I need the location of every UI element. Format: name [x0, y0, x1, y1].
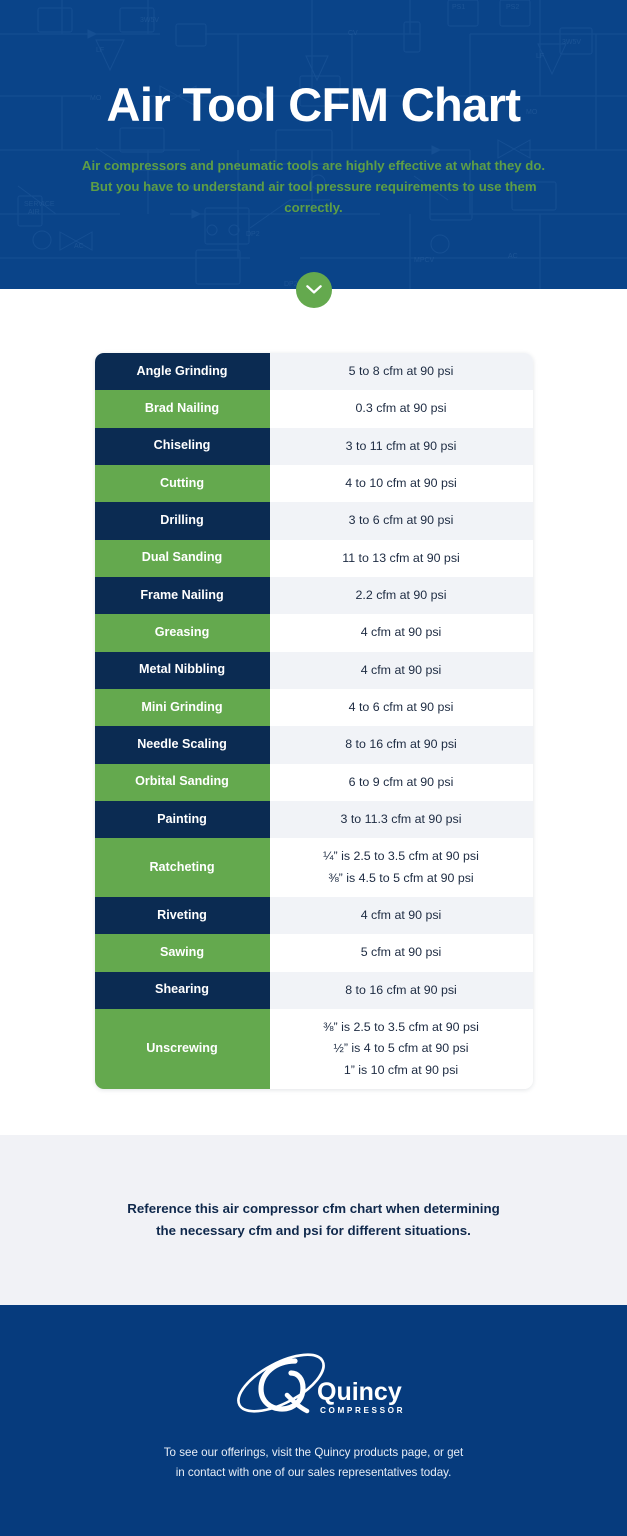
table-row: Riveting 4 cfm at 90 psi [94, 896, 533, 935]
table-row: Chiseling 3 to 11 cfm at 90 psi [94, 427, 533, 465]
table-row: Cutting 4 to 10 cfm at 90 psi [94, 464, 533, 503]
cfm-value-line: ⅜” is 4.5 to 5 cfm at 90 psi [328, 870, 474, 885]
cfm-value-cell: 2.2 cfm at 90 psi [269, 576, 533, 615]
cfm-value-cell: ⅜” is 2.5 to 3.5 cfm at 90 psi ½” is 4 to… [269, 1008, 533, 1089]
cfm-value-cell: 0.3 cfm at 90 psi [269, 390, 533, 428]
tool-name-cell: Chiseling [94, 427, 270, 465]
logo-subtitle: COMPRESSOR [320, 1406, 405, 1415]
cfm-value-cell: 5 cfm at 90 psi [269, 934, 533, 972]
cfm-value-line: 4 to 6 cfm at 90 psi [348, 699, 454, 714]
chevron-down-icon [305, 285, 322, 295]
tool-name-cell: Sawing [94, 934, 270, 972]
table-row: Angle Grinding 5 to 8 cfm at 90 psi [94, 353, 533, 391]
tool-name-cell: Angle Grinding [94, 353, 270, 391]
table-row: Brad Nailing 0.3 cfm at 90 psi [94, 390, 533, 428]
tool-name-cell: Unscrewing [94, 1008, 270, 1089]
cfm-value-cell: 4 to 6 cfm at 90 psi [269, 688, 533, 727]
cfm-value-line: 2.2 cfm at 90 psi [355, 587, 447, 602]
hero-subtitle: Air compressors and pneumatic tools are … [81, 158, 546, 216]
cfm-value-cell: 11 to 13 cfm at 90 psi [269, 539, 533, 577]
cfm-value-line: 4 cfm at 90 psi [360, 625, 442, 640]
hero-section: 3W5V LF MO CV PS1 PS2 3W5V LF MO MO PR A… [0, 0, 627, 289]
cfm-value-cell: 8 to 16 cfm at 90 psi [269, 971, 533, 1009]
cfm-value-line: 11 to 13 cfm at 90 psi [342, 550, 460, 565]
tool-name-cell: Dual Sanding [94, 539, 270, 577]
cfm-value-cell: 8 to 16 cfm at 90 psi [269, 726, 533, 764]
footer-text-line: To see our offerings, visit the Quincy p… [163, 1445, 464, 1459]
table-row: Mini Grinding 4 to 6 cfm at 90 psi [94, 688, 533, 727]
cfm-value-line: 5 to 8 cfm at 90 psi [348, 364, 454, 378]
cfm-value-line: ¼” is 2.5 to 3.5 cfm at 90 psi [323, 849, 479, 864]
tool-name-cell: Greasing [94, 614, 270, 652]
reference-section: Reference this air compressor cfm chart … [0, 1134, 627, 1305]
cfm-value-line: 3 to 11.3 cfm at 90 psi [340, 811, 462, 826]
tool-name-cell: Cutting [94, 464, 270, 503]
table-row: Shearing 8 to 16 cfm at 90 psi [94, 971, 533, 1009]
infographic-page: 3W5V LF MO CV PS1 PS2 3W5V LF MO MO PR A… [0, 0, 627, 1536]
cfm-value-line: 5 cfm at 90 psi [360, 945, 442, 960]
quincy-compressor-logo[interactable]: Quincy COMPRESSOR [221, 1347, 407, 1421]
tool-name-cell: Metal Nibbling [94, 651, 270, 689]
cfm-value-line: 4 cfm at 90 psi [360, 907, 442, 922]
scroll-down-button[interactable] [295, 272, 332, 308]
tool-name-cell: Ratcheting [94, 838, 270, 897]
cfm-table-section: Angle Grinding 5 to 8 cfm at 90 psi Brad N… [0, 289, 627, 1135]
cfm-value-line: 4 cfm at 90 psi [360, 662, 442, 677]
table-row: Drilling 3 to 6 cfm at 90 psi [94, 502, 533, 540]
cfm-value-cell: 4 cfm at 90 psi [269, 896, 533, 935]
tool-name-cell: Painting [94, 800, 270, 839]
table-row: Frame Nailing 2.2 cfm at 90 psi [94, 576, 533, 615]
cfm-value-cell: 4 to 10 cfm at 90 psi [269, 464, 533, 503]
cfm-value-cell: 3 to 11 cfm at 90 psi [269, 427, 533, 465]
table-row: Needle Scaling 8 to 16 cfm at 90 psi [94, 726, 533, 764]
cfm-value-cell: 4 cfm at 90 psi [269, 651, 533, 689]
cfm-value-line: 0.3 cfm at 90 psi [355, 401, 447, 416]
footer-contact-text: To see our offerings, visit the Quincy p… [114, 1443, 514, 1484]
reference-text: Reference this air compressor cfm chart … [104, 1198, 524, 1241]
logo-wordmark: Quincy [317, 1378, 402, 1406]
cfm-value-line: 3 to 11 cfm at 90 psi [345, 438, 457, 453]
cfm-value-line: 6 to 9 cfm at 90 psi [348, 774, 454, 789]
tool-name-cell: Mini Grinding [94, 688, 270, 727]
cfm-value-line: 8 to 16 cfm at 90 psi [345, 982, 457, 997]
cfm-value-line: 1” is 10 cfm at 90 psi [343, 1062, 459, 1077]
cfm-value-cell: 4 cfm at 90 psi [269, 614, 533, 652]
footer-text-line: in contact with one of our sales represe… [175, 1466, 452, 1480]
reference-text-line: the necessary cfm and psi for different … [156, 1222, 471, 1238]
cfm-value-line: ⅜” is 2.5 to 3.5 cfm at 90 psi [323, 1019, 479, 1034]
cfm-value-cell: 5 to 8 cfm at 90 psi [269, 353, 533, 391]
table-row: Metal Nibbling 4 cfm at 90 psi [94, 651, 533, 689]
footer-section: Quincy COMPRESSOR To see our offerings, … [0, 1304, 627, 1536]
cfm-value-cell: 3 to 11.3 cfm at 90 psi [269, 800, 533, 839]
cfm-table: Angle Grinding 5 to 8 cfm at 90 psi Brad N… [94, 353, 533, 1089]
table-row: Sawing 5 cfm at 90 psi [94, 934, 533, 972]
cfm-value-cell: ¼” is 2.5 to 3.5 cfm at 90 psi ⅜” is 4.5 … [269, 838, 533, 897]
table-row: Orbital Sanding 6 to 9 cfm at 90 psi [94, 763, 533, 801]
tool-name-cell: Riveting [94, 896, 270, 935]
cfm-value-line: ½” is 4 to 5 cfm at 90 psi [333, 1041, 469, 1056]
tool-name-cell: Drilling [94, 502, 270, 540]
tool-name-cell: Shearing [94, 971, 270, 1009]
table-row: Painting 3 to 11.3 cfm at 90 psi [94, 800, 533, 839]
table-row: Greasing 4 cfm at 90 psi [94, 614, 533, 652]
tool-name-cell: Orbital Sanding [94, 763, 270, 801]
cfm-value-line: 8 to 16 cfm at 90 psi [345, 737, 457, 752]
tool-name-cell: Frame Nailing [94, 576, 270, 615]
table-row: Dual Sanding 11 to 13 cfm at 90 psi [94, 539, 533, 577]
cfm-value-cell: 6 to 9 cfm at 90 psi [269, 763, 533, 801]
cfm-value-cell: 3 to 6 cfm at 90 psi [269, 502, 533, 540]
table-row: Unscrewing ⅜” is 2.5 to 3.5 cfm at 90 psi… [94, 1008, 533, 1089]
cfm-value-line: 4 to 10 cfm at 90 psi [345, 475, 457, 490]
cfm-value-line: 3 to 6 cfm at 90 psi [348, 513, 454, 528]
tool-name-cell: Brad Nailing [94, 390, 270, 428]
page-title: Air Tool CFM Chart [106, 78, 522, 131]
table-row: Ratcheting ¼” is 2.5 to 3.5 cfm at 90 psi… [94, 838, 533, 897]
tool-name-cell: Needle Scaling [94, 726, 270, 764]
reference-text-line: Reference this air compressor cfm chart … [127, 1201, 500, 1217]
